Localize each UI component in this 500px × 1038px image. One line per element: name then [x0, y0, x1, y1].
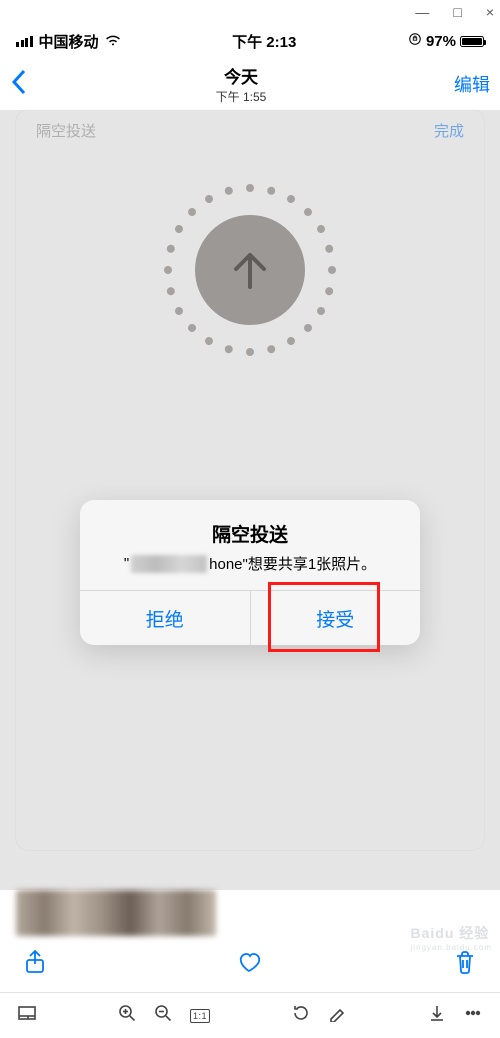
card-header-done[interactable]: 完成 — [434, 120, 464, 141]
nav-subtitle-text: 下午 1:55 — [216, 88, 267, 105]
viewer-footer: 1:1 — [0, 992, 500, 1038]
window-close-button[interactable]: × — [486, 5, 494, 19]
airdrop-receive-card: 隔空投送 完成 — [16, 110, 484, 850]
airdrop-alert: 隔空投送 "hone"想要共享1张照片。 拒绝 接受 — [80, 500, 420, 645]
decline-button[interactable]: 拒绝 — [80, 591, 250, 645]
battery-percent: 97% — [426, 33, 456, 50]
progress-dots — [160, 180, 340, 360]
zoom-out-icon[interactable] — [154, 1004, 172, 1027]
battery-icon — [460, 36, 484, 47]
alert-message: "hone"想要共享1张照片。 — [98, 553, 402, 574]
photos-toolbar — [0, 936, 500, 992]
download-icon[interactable] — [428, 1004, 446, 1027]
window-chrome: — □ × — [0, 0, 500, 24]
sender-name-redacted — [131, 555, 207, 573]
nav-bar: 今天 下午 1:55 编辑 — [0, 58, 500, 110]
wifi-icon — [105, 33, 121, 50]
zoom-in-icon[interactable] — [118, 1004, 136, 1027]
more-icon[interactable] — [464, 1004, 482, 1027]
airdrop-progress — [16, 180, 484, 360]
alert-message-text: hone"想要共享1张照片。 — [209, 553, 376, 574]
card-header-left: 隔空投送 — [36, 120, 96, 141]
rotation-lock-icon — [408, 32, 422, 50]
signal-icon — [16, 36, 33, 47]
content-area: 隔空投送 完成 隔空投送 "hone"想要共享1张照片。 拒绝 接受 — [0, 110, 500, 890]
accept-button[interactable]: 接受 — [250, 591, 421, 645]
layout-toggle-icon[interactable] — [18, 1004, 36, 1027]
window-minimize-button[interactable]: — — [415, 5, 429, 19]
nav-title-text: 今天 — [216, 63, 267, 88]
favorite-button[interactable] — [237, 949, 263, 980]
status-time: 下午 2:13 — [232, 31, 296, 52]
rotate-icon[interactable] — [292, 1004, 310, 1027]
status-bar: 中国移动 下午 2:13 97% — [0, 24, 500, 58]
carrier-label: 中国移动 — [39, 31, 99, 52]
nav-title: 今天 下午 1:55 — [216, 63, 267, 105]
alert-title: 隔空投送 — [98, 520, 402, 547]
photo-thumbnails[interactable] — [16, 890, 216, 936]
share-button[interactable] — [22, 949, 48, 980]
delete-button[interactable] — [452, 949, 478, 980]
back-button[interactable] — [10, 68, 28, 101]
window-maximize-button[interactable]: □ — [453, 5, 461, 19]
edit-button[interactable]: 编辑 — [454, 71, 490, 97]
edit-icon[interactable] — [328, 1004, 346, 1027]
actual-size-button[interactable]: 1:1 — [190, 1009, 210, 1023]
